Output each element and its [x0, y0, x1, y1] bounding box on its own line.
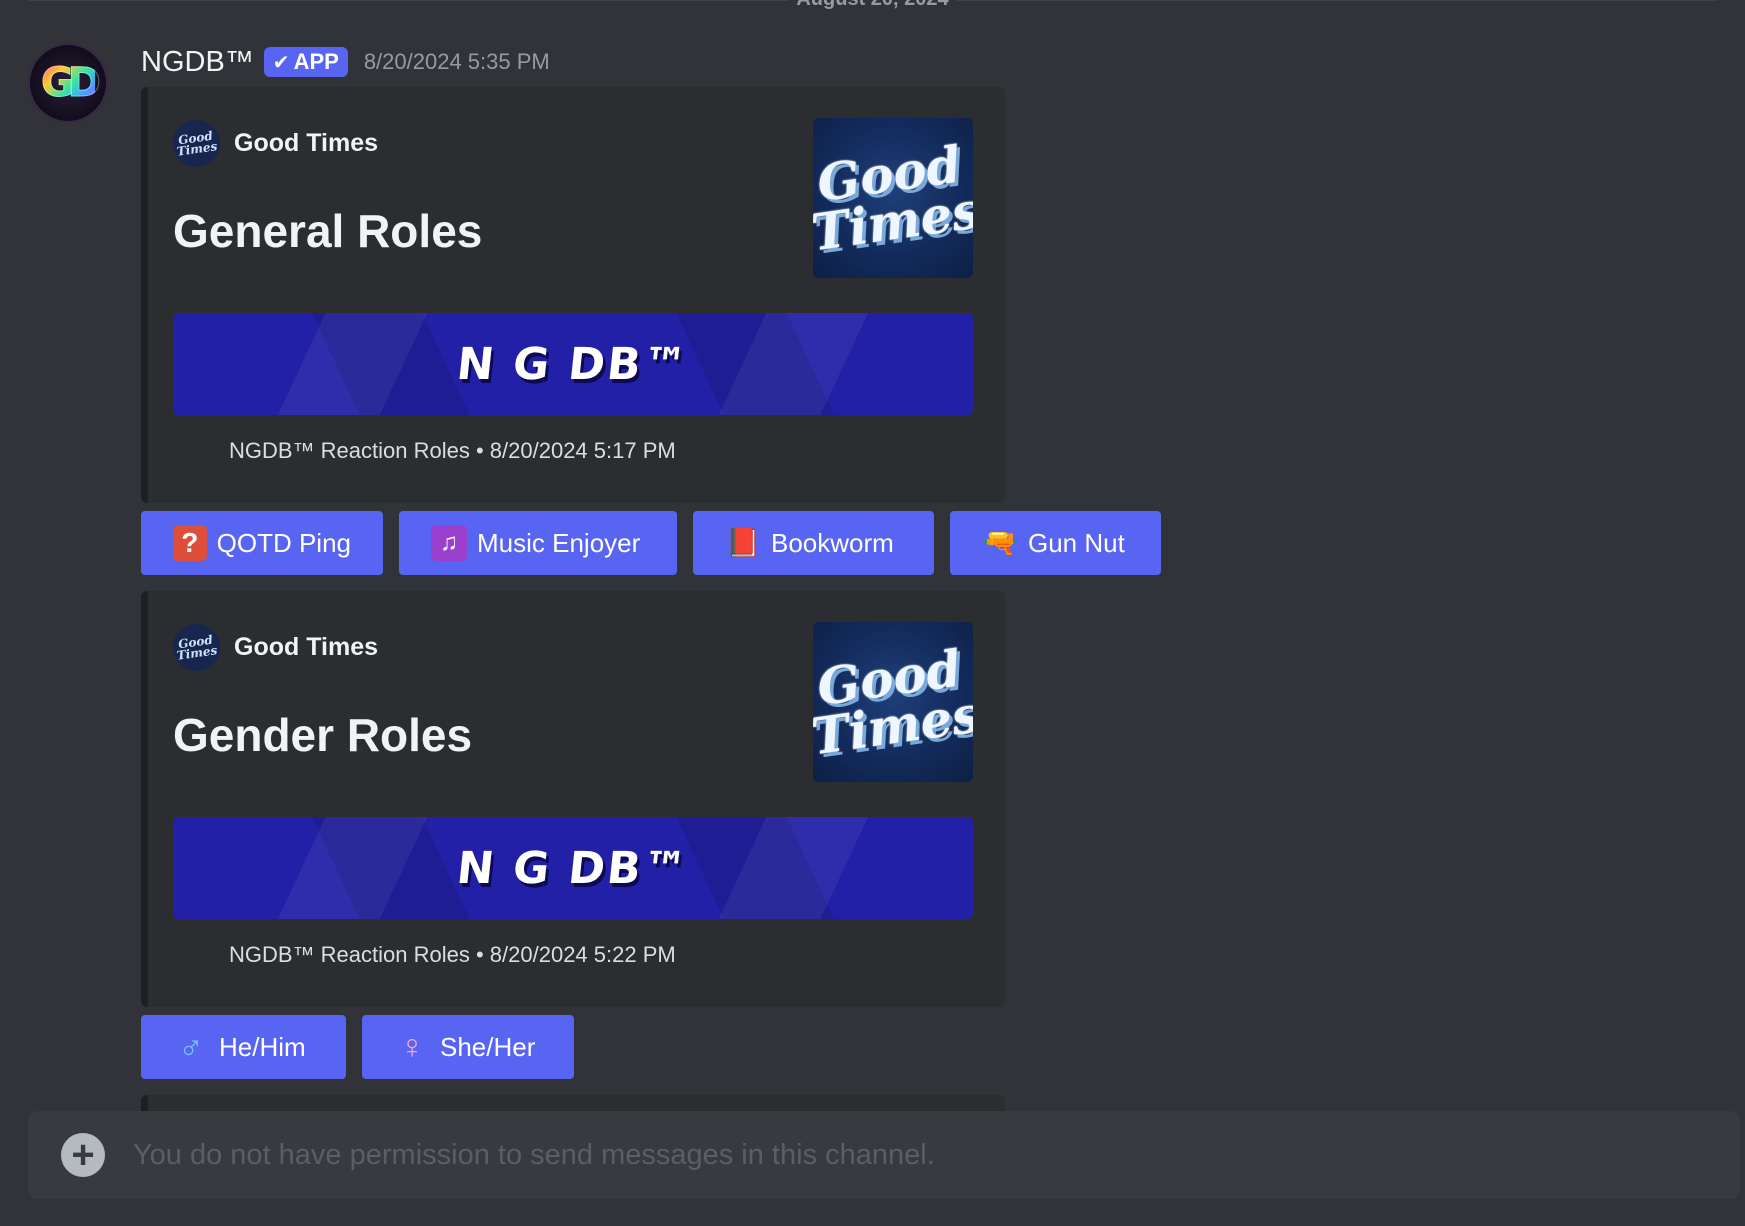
date-divider-label: August 20, 2024 [788, 0, 957, 11]
embed-author-name: Good Times [234, 633, 379, 661]
music-note-icon: ♫ [431, 525, 467, 561]
message-input[interactable] [131, 1137, 1740, 1173]
embed-banner-image[interactable]: N G DB™ [173, 817, 973, 919]
date-divider: August 20, 2024 [28, 0, 1717, 11]
message-header: NGDB™ ✔ APP 8/20/2024 5:35 PM [141, 44, 550, 80]
thumbnail-logo-text: Good Times [813, 638, 973, 767]
author-name[interactable]: NGDB™ [141, 46, 254, 79]
button-row-gender: ♂ He/Him ♀ She/Her [141, 1015, 574, 1079]
good-times-logo-icon: Good Times [173, 120, 220, 167]
embed-title: Gender Roles [173, 709, 473, 761]
embed-banner-image[interactable]: N G DB™ [173, 313, 973, 415]
embed-thumbnail[interactable]: Good Times [813, 118, 973, 278]
checkmark-icon: ✔ [272, 51, 290, 74]
button-label: Bookworm [771, 527, 894, 558]
music-enjoyer-button[interactable]: ♫ Music Enjoyer [399, 511, 677, 575]
embed-title: General Roles [173, 205, 483, 257]
thumbnail-logo-text: Good Times [813, 134, 973, 263]
embed-general-roles: Good Times Good Times General Roles Good T… [141, 87, 1005, 503]
banner-logo-text: N G DB™ [454, 842, 692, 894]
app-badge-label: APP [293, 49, 339, 74]
question-icon: ? [173, 525, 207, 561]
embed-author: Good Times Good Times [173, 120, 378, 167]
button-label: Gun Nut [1028, 527, 1125, 558]
app-badge: ✔ APP [263, 47, 348, 77]
gun-nut-button[interactable]: 🔫 Gun Nut [950, 511, 1161, 575]
add-attachment-icon[interactable]: + [61, 1133, 105, 1177]
button-label: She/Her [440, 1031, 536, 1062]
embed-gender-roles: Good Times Good Times Gender Roles Good Ti… [141, 591, 1005, 1007]
embed-author: Good Times Good Times [173, 624, 378, 671]
gun-icon: 🔫 [982, 527, 1018, 558]
she-her-button[interactable]: ♀ She/Her [362, 1015, 574, 1079]
good-times-logo-icon: Good Times [173, 624, 220, 671]
embed-author-name: Good Times [234, 129, 379, 157]
button-label: Music Enjoyer [477, 527, 641, 558]
message-composer: + [28, 1111, 1740, 1199]
male-sign-icon: ♂ [178, 1028, 204, 1066]
bookworm-button[interactable]: 📕 Bookworm [693, 511, 934, 575]
embed-footer: NGDB™ Reaction Roles • 8/20/2024 5:17 PM [229, 438, 676, 463]
qotd-ping-button[interactable]: ? QOTD Ping [141, 511, 383, 575]
button-label: He/Him [219, 1031, 306, 1062]
button-row-general: ? QOTD Ping ♫ Music Enjoyer 📕 Bookworm 🔫… [141, 511, 1161, 575]
female-sign-icon: ♀ [399, 1028, 425, 1066]
he-him-button[interactable]: ♂ He/Him [141, 1015, 346, 1079]
book-icon: 📕 [725, 527, 761, 558]
embed-footer: NGDB™ Reaction Roles • 8/20/2024 5:22 PM [229, 942, 676, 967]
avatar-monogram-logo: GD [40, 60, 101, 107]
message-timestamp: 8/20/2024 5:35 PM [363, 49, 550, 74]
embed-thumbnail[interactable]: Good Times [813, 622, 973, 782]
button-label: QOTD Ping [216, 527, 351, 558]
banner-logo-text: N G DB™ [454, 338, 692, 390]
avatar[interactable]: GD [28, 43, 108, 123]
